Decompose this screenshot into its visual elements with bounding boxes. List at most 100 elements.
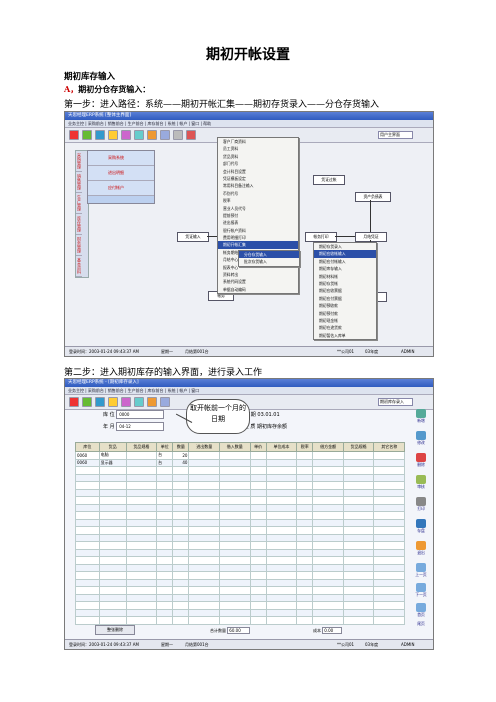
layout-select[interactable]: 用户主界面 bbox=[378, 131, 413, 139]
toolbar-icon[interactable] bbox=[121, 397, 131, 407]
cell[interactable] bbox=[312, 458, 344, 467]
cell[interactable]: 台 bbox=[156, 458, 174, 467]
table-row[interactable] bbox=[75, 503, 405, 512]
toolbar-icon[interactable] bbox=[69, 130, 79, 140]
sidenav-item[interactable]: 财务管理 bbox=[76, 235, 82, 256]
sidenav-item[interactable]: 生产管理 bbox=[76, 193, 82, 214]
cell[interactable] bbox=[342, 458, 375, 467]
cell[interactable] bbox=[373, 451, 405, 460]
sidenav-item[interactable]: 销售管理 bbox=[76, 172, 82, 193]
toolbar-icon[interactable] bbox=[160, 397, 170, 407]
table-row[interactable]: 0060 显示器 台 40 bbox=[75, 458, 405, 467]
cell[interactable] bbox=[265, 458, 298, 467]
edit-button[interactable]: 修改 bbox=[411, 431, 431, 446]
warehouse-field[interactable]: 0000 bbox=[116, 410, 165, 419]
cell[interactable]: 显示器 bbox=[98, 458, 127, 467]
menu-item[interactable]: 费用明细打印 bbox=[218, 234, 298, 241]
table-row[interactable] bbox=[75, 593, 405, 602]
menu-item[interactable]: 会计科目设置 bbox=[218, 168, 298, 175]
flow-box[interactable]: 凭证输入 bbox=[177, 232, 209, 242]
cell[interactable]: 40 bbox=[172, 458, 190, 467]
table-row[interactable] bbox=[75, 578, 405, 587]
column-header[interactable]: 货品规格 bbox=[125, 442, 158, 452]
menu-item-inventory-input[interactable]: 期初应收帐输入 bbox=[314, 250, 376, 258]
menu-item[interactable]: 员工资料 bbox=[218, 145, 298, 152]
table-row[interactable] bbox=[75, 608, 405, 617]
menu-item[interactable]: 期初存货录入 bbox=[314, 243, 376, 250]
column-header[interactable]: 库位 bbox=[75, 442, 100, 452]
cell[interactable] bbox=[265, 451, 298, 460]
table-row[interactable] bbox=[75, 466, 405, 475]
toolbar-icon[interactable] bbox=[82, 130, 92, 140]
sidenav-item[interactable]: 库存管理 bbox=[76, 214, 82, 235]
column-header[interactable]: 税率 bbox=[296, 442, 314, 452]
toolbar-icon[interactable] bbox=[95, 397, 105, 407]
table-row[interactable] bbox=[75, 563, 405, 572]
menu-item[interactable]: 期初应付票据 bbox=[314, 295, 376, 302]
column-header[interactable]: 货品 bbox=[98, 442, 127, 452]
toolbar-icon[interactable] bbox=[160, 130, 170, 140]
table-row[interactable] bbox=[75, 496, 405, 505]
cell[interactable]: 0060 bbox=[75, 458, 100, 467]
exit-button[interactable]: 退出 bbox=[411, 541, 431, 556]
delete-button[interactable]: 删除 bbox=[411, 453, 431, 468]
table-row[interactable] bbox=[75, 488, 405, 497]
cell[interactable] bbox=[188, 458, 220, 467]
layout-select[interactable]: 期初库存录入 bbox=[378, 398, 413, 406]
menu-bar[interactable]: 业务主控 | 采购前台 | 销售前台 | 生产前台 | 库存前台 | 系统 | … bbox=[65, 120, 433, 128]
delete-all-button[interactable]: 整张删除 bbox=[95, 625, 135, 635]
sidenav-item[interactable]: 采购管理 bbox=[76, 151, 82, 172]
table-row[interactable] bbox=[75, 526, 405, 535]
audit-button[interactable]: 审核 bbox=[411, 475, 431, 490]
menu-item[interactable]: 系统代码设置 bbox=[218, 278, 298, 285]
flow-box[interactable]: 月结凭证 bbox=[355, 232, 387, 242]
menu-item[interactable]: 期初现金帐 bbox=[314, 317, 376, 324]
cell[interactable] bbox=[342, 451, 375, 460]
menu-item[interactable]: 进出报表 bbox=[218, 219, 298, 226]
table-row[interactable] bbox=[75, 511, 405, 520]
column-header[interactable]: 单位 bbox=[156, 442, 174, 452]
cell[interactable] bbox=[296, 458, 314, 467]
table-row[interactable] bbox=[75, 533, 405, 542]
cell[interactable] bbox=[296, 451, 314, 460]
table-row[interactable] bbox=[75, 473, 405, 482]
menu-item[interactable]: 期初在途货款 bbox=[314, 324, 376, 331]
menu-item[interactable]: 期初暂估入库单 bbox=[314, 332, 376, 339]
menu-item-warehouse-input[interactable]: 分仓存货输入 bbox=[239, 251, 299, 259]
toolbar-icon[interactable] bbox=[108, 130, 118, 140]
first-page-button[interactable]: 首页 bbox=[411, 603, 431, 618]
year-month-field[interactable]: 04-12 bbox=[116, 422, 165, 431]
menu-bar[interactable]: 业务主控 | 采购前台 | 销售前台 | 生产前台 | 库存前台 | 系统 | … bbox=[65, 387, 433, 395]
column-header[interactable]: 借方金额 bbox=[312, 442, 344, 452]
table-row[interactable] bbox=[75, 548, 405, 557]
menu-item[interactable]: 货品资料 bbox=[218, 153, 298, 160]
toolbar-icon[interactable] bbox=[134, 130, 144, 140]
menu-item[interactable]: 常用科目备注输入 bbox=[218, 182, 298, 189]
flow-box[interactable]: 帐务打印 bbox=[305, 232, 337, 242]
toolbar-icon[interactable] bbox=[108, 397, 118, 407]
next-page-button[interactable]: 下一页 bbox=[411, 583, 431, 598]
menu-item[interactable]: 提前预付 bbox=[218, 212, 298, 219]
cell[interactable]: 台 bbox=[156, 451, 174, 460]
sidenav-item[interactable]: 基本资料 bbox=[76, 256, 82, 277]
menu-item[interactable]: 部门代号 bbox=[218, 160, 298, 167]
cell[interactable] bbox=[218, 458, 251, 467]
menu-item[interactable]: 期初存货帐 bbox=[314, 280, 376, 287]
menu-item[interactable]: 币别代号 bbox=[218, 190, 298, 197]
menu-item[interactable]: 期初材料帐 bbox=[314, 273, 376, 280]
cell[interactable] bbox=[125, 451, 158, 460]
toolbar-icon[interactable] bbox=[173, 130, 183, 140]
menu-item[interactable]: 客户厂商资料 bbox=[218, 138, 298, 145]
table-row[interactable] bbox=[75, 518, 405, 527]
cell[interactable] bbox=[373, 458, 405, 467]
cell[interactable] bbox=[249, 451, 267, 460]
table-row[interactable] bbox=[75, 541, 405, 550]
menu-item[interactable]: 期初预收款 bbox=[314, 302, 376, 309]
table-row[interactable] bbox=[75, 586, 405, 595]
menu-item[interactable]: 资料转出 bbox=[218, 271, 298, 278]
toolbar-icon[interactable] bbox=[147, 130, 157, 140]
column-header[interactable]: 数量 bbox=[172, 442, 190, 452]
menu-item[interactable]: 批次存货输入 bbox=[239, 258, 299, 265]
menu-item[interactable]: 营业人员代号 bbox=[218, 205, 298, 212]
menu-item[interactable]: 凭证模板设定 bbox=[218, 175, 298, 182]
